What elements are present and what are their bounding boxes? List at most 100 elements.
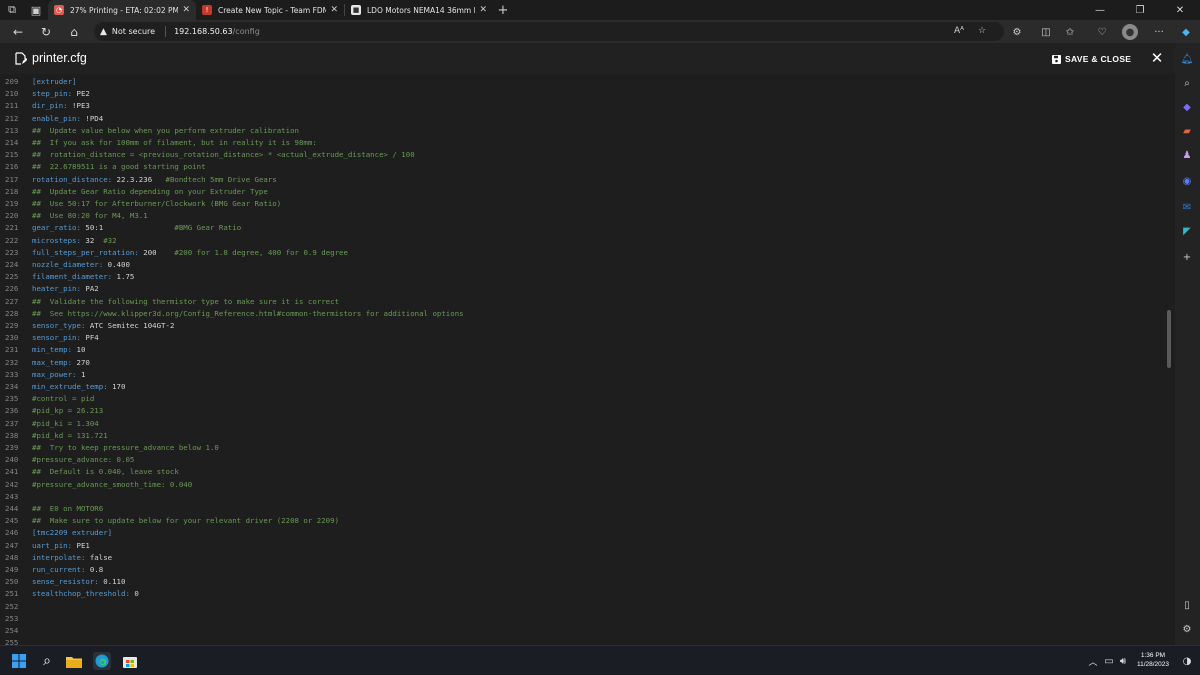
workspaces-icon[interactable]: ⧉ — [0, 0, 24, 20]
tab-printing[interactable]: ◔ 27% Printing - ETA: 02:02 PM - D ✕ — [48, 0, 196, 20]
hide-sidebar-icon[interactable]: ▯ — [1179, 597, 1195, 613]
drop-icon[interactable]: ◤ — [1179, 223, 1195, 239]
code-line[interactable]: 219 ## Use 50:17 for Afterburner/Clockwor… — [0, 199, 1165, 211]
tab-ldo-motors[interactable]: ■ LDO Motors NEMA14 36mm Ro ✕ — [345, 0, 493, 20]
security-label[interactable]: Not secure — [112, 27, 155, 36]
code-line[interactable]: 224 nozzle_diameter: 0.400 — [0, 260, 1165, 272]
code-line[interactable]: 255 — [0, 638, 1165, 645]
split-screen-icon[interactable]: ◫ — [1038, 24, 1054, 40]
code-line[interactable]: 245 ## Make sure to update below for your… — [0, 516, 1165, 528]
close-tab-icon[interactable]: ✕ — [330, 5, 338, 15]
code-line[interactable]: 252 — [0, 602, 1165, 614]
code-line[interactable]: 244 ## E0 on MOTOR6 — [0, 504, 1165, 516]
code-line[interactable]: 230 sensor_pin: PF4 — [0, 333, 1165, 345]
windows-start-icon[interactable] — [10, 652, 28, 670]
code-line[interactable]: 240 #pressure_advance: 0.05 — [0, 455, 1165, 467]
code-line[interactable]: 251 stealthchop_threshold: 0 — [0, 589, 1165, 601]
tab-actions-icon[interactable]: ▣ — [24, 0, 48, 20]
code-line[interactable]: 238 #pid_kd = 131.721 — [0, 431, 1165, 443]
code-line[interactable]: 237 #pid_ki = 1.304 — [0, 419, 1165, 431]
line-text: rotation_distance: 22.3.236 #Bondtech 5m… — [32, 175, 277, 184]
code-line[interactable]: 222 microsteps: 32 #32 — [0, 236, 1165, 248]
copilot-icon[interactable]: ◆ — [1178, 24, 1194, 40]
code-line[interactable]: 225 filament_diameter: 1.75 — [0, 272, 1165, 284]
code-line[interactable]: 246 [tmc2209 extruder] — [0, 528, 1165, 540]
outlook-icon[interactable]: ✉ — [1179, 199, 1195, 215]
code-line[interactable]: 247 uart_pin: PE1 — [0, 541, 1165, 553]
code-line[interactable]: 232 max_temp: 270 — [0, 358, 1165, 370]
save-close-button[interactable]: SAVE & CLOSE — [1052, 53, 1131, 65]
code-line[interactable]: 253 — [0, 614, 1165, 626]
code-line[interactable]: 211 dir_pin: !PE3 — [0, 101, 1165, 113]
code-line[interactable]: 223 full_steps_per_rotation: 200 #200 for… — [0, 248, 1165, 260]
close-editor-icon[interactable]: ✕ — [1150, 50, 1164, 66]
file-explorer-icon[interactable] — [65, 652, 83, 670]
code-line[interactable]: 235 #control = pid — [0, 394, 1165, 406]
code-line[interactable]: 243 — [0, 492, 1165, 504]
code-line[interactable]: 217 rotation_distance: 22.3.236 #Bondtech… — [0, 175, 1165, 187]
code-line[interactable]: 233 max_power: 1 — [0, 370, 1165, 382]
code-line[interactable]: 242 #pressure_advance_smooth_time: 0.040 — [0, 480, 1165, 492]
refresh-icon[interactable]: ↻ — [32, 20, 60, 43]
close-tab-icon[interactable]: ✕ — [479, 5, 487, 15]
games-icon[interactable]: ♟ — [1179, 147, 1195, 163]
shopping-tag-icon[interactable]: ◆ — [1179, 99, 1195, 115]
code-line[interactable]: 236 #pid_kp = 26.213 — [0, 406, 1165, 418]
editor-scrollbar[interactable] — [1165, 74, 1175, 645]
clock-time: 1:36 PM — [1140, 652, 1166, 659]
edge-browser-icon[interactable] — [93, 652, 111, 670]
address-bar[interactable]: ▲ Not secure 192.168.50.63/config Aᴬ ☆ — [94, 22, 1004, 41]
notification-bell-icon[interactable]: 🔔︎ — [1179, 51, 1195, 67]
extensions-icon[interactable]: ⚙ — [1009, 24, 1025, 40]
microsoft-store-icon[interactable] — [121, 652, 139, 670]
code-line[interactable]: 221 gear_ratio: 50:1 #BMG Gear Ratio — [0, 223, 1165, 235]
code-line[interactable]: 210 step_pin: PE2 — [0, 89, 1165, 101]
code-line[interactable]: 216 ## 22.6789511 is a good starting poin… — [0, 162, 1165, 174]
code-line[interactable]: 239 ## Try to keep pressure_advance below… — [0, 443, 1165, 455]
code-line[interactable]: 226 heater_pin: PA2 — [0, 284, 1165, 296]
home-icon[interactable]: ⌂ — [60, 20, 88, 43]
code-line[interactable]: 248 interpolate: false — [0, 553, 1165, 565]
read-aloud-icon[interactable]: Aᴬ — [954, 26, 964, 36]
profile-avatar[interactable]: ● — [1122, 24, 1138, 40]
code-line[interactable]: 249 run_current: 0.8 — [0, 565, 1165, 577]
restore-icon[interactable]: ❐ — [1120, 0, 1160, 20]
code-line[interactable]: 220 ## Use 80:20 for M4, M3.1 — [0, 211, 1165, 223]
close-window-icon[interactable]: ✕ — [1160, 0, 1200, 20]
add-sidebar-app-icon[interactable]: + — [1179, 249, 1195, 265]
code-line[interactable]: 209 [extruder] — [0, 77, 1165, 89]
code-line[interactable]: 229 sensor_type: ATC Semitec 104GT-2 — [0, 321, 1165, 333]
sidebar-search-icon[interactable]: ⌕ — [1179, 75, 1195, 91]
code-line[interactable]: 228 ## See https://www.klipper3d.org/Conf… — [0, 309, 1165, 321]
code-line[interactable]: 214 ## If you ask for 100mm of filament, … — [0, 138, 1165, 150]
taskbar-search-icon[interactable]: ⌕ — [38, 652, 56, 670]
more-menu-icon[interactable]: ··· — [1151, 24, 1167, 40]
sidebar-settings-icon[interactable]: ⚙ — [1179, 621, 1195, 637]
code-line[interactable]: 218 ## Update Gear Ratio depending on you… — [0, 187, 1165, 199]
file-edit-icon — [15, 52, 27, 65]
scrollbar-thumb[interactable] — [1167, 310, 1171, 368]
tab-create-topic[interactable]: ! Create New Topic - Team FDM ✕ — [196, 0, 344, 20]
code-line[interactable]: 254 — [0, 626, 1165, 638]
new-tab-button[interactable]: + — [493, 3, 513, 18]
code-line[interactable]: 241 ## Default is 0.040, leave stock — [0, 467, 1165, 479]
code-line[interactable]: 234 min_extrude_temp: 170 — [0, 382, 1165, 394]
minimize-icon[interactable]: — — [1080, 0, 1120, 20]
code-line[interactable]: 250 sense_resistor: 0.110 — [0, 577, 1165, 589]
code-line[interactable]: 227 ## Validate the following thermistor … — [0, 297, 1165, 309]
code-line[interactable]: 212 enable_pin: !PD4 — [0, 114, 1165, 126]
favorite-star-icon[interactable]: ☆ — [978, 26, 986, 36]
microsoft365-icon[interactable]: ◉ — [1179, 173, 1195, 189]
favorites-icon[interactable]: ✩ — [1062, 24, 1078, 40]
code-line[interactable]: 215 ## rotation_distance = <previous_rota… — [0, 150, 1165, 162]
code-area[interactable]: 209 [extruder] 210 step_pin: PE2 211 dir_pin:… — [0, 74, 1165, 645]
taskbar-clock[interactable]: 1:36 PM 11/28/2023 — [1130, 651, 1176, 669]
tools-briefcase-icon[interactable]: ▰ — [1179, 123, 1195, 139]
code-line[interactable]: 213 ## Update value below when you perfor… — [0, 126, 1165, 138]
back-icon[interactable]: ← — [4, 20, 32, 43]
notification-center-icon[interactable]: ◑ — [1178, 652, 1196, 670]
config-comment: ## If you ask for 100mm of filament, but… — [32, 138, 317, 147]
browser-essentials-icon[interactable]: ♡ — [1094, 24, 1110, 40]
close-tab-icon[interactable]: ✕ — [182, 5, 190, 15]
code-line[interactable]: 231 min_temp: 10 — [0, 345, 1165, 357]
